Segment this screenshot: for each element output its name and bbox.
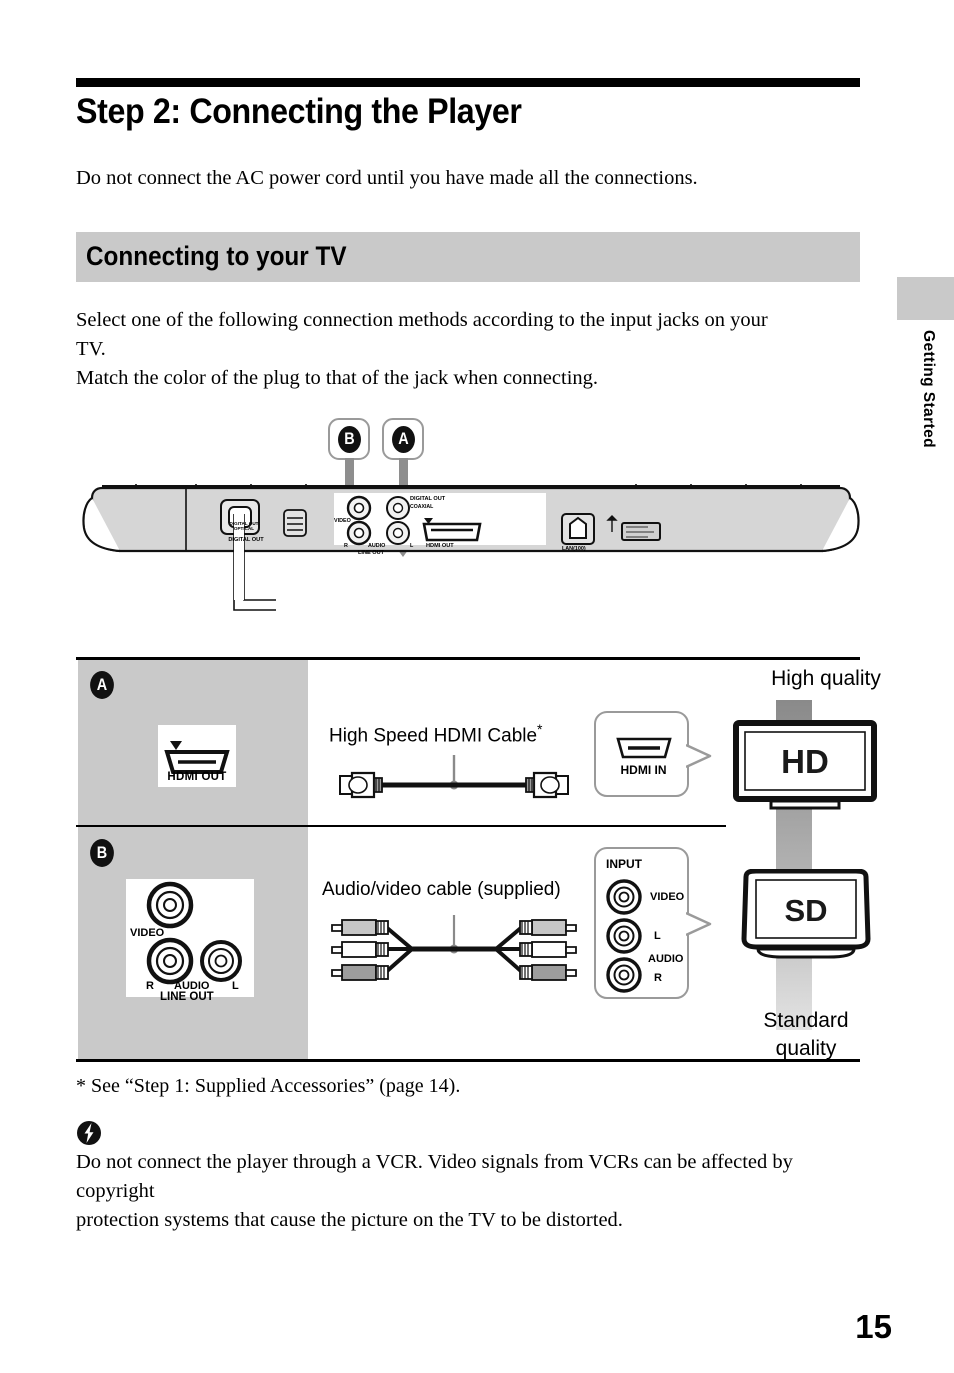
panel-label-hdmi-out: HDMI OUT bbox=[426, 543, 454, 549]
hdmi-in-bubble-tail-icon bbox=[686, 743, 712, 769]
av-input-speech-bubble: INPUT VIDEO L AUDIO R bbox=[594, 847, 689, 999]
hdmi-cable-footnote-mark: * bbox=[537, 721, 543, 737]
caution-text: Do not connect the player through a VCR.… bbox=[76, 1148, 866, 1235]
av-input-audio-label: AUDIO bbox=[648, 953, 684, 965]
high-quality-label: High quality bbox=[771, 667, 881, 690]
player-rear-panel-diagram: B A DIGITAL OUT OPTICAL DIGITAL OUT VIDE… bbox=[76, 410, 866, 625]
section-heading-bar: Connecting to your TV bbox=[76, 232, 860, 282]
av-input-l-label: L bbox=[654, 930, 661, 942]
page-title: Step 2: Connecting the Player bbox=[76, 92, 522, 131]
hdmi-cable-label-text: High Speed HDMI Cable bbox=[329, 725, 538, 747]
hdmi-in-port-svg bbox=[616, 737, 672, 759]
section-lead-text: Select one of the following connection m… bbox=[76, 306, 866, 393]
table-top-rule bbox=[76, 657, 860, 660]
svg-text:SD: SD bbox=[784, 893, 827, 928]
line-out-l-label: L bbox=[232, 980, 239, 992]
hdmi-out-jack-card: HDMI OUT bbox=[158, 725, 236, 787]
panel-label-line-out: LINE OUT bbox=[358, 550, 385, 556]
manual-page: Step 2: Connecting the Player Do not con… bbox=[0, 0, 954, 1373]
line-out-jack-card: VIDEO R AUDIO L LINE OUT bbox=[126, 879, 254, 1003]
panel-label-digital-out: DIGITAL OUT bbox=[228, 537, 264, 543]
av-cable-label: Audio/video cable (supplied) bbox=[322, 879, 561, 900]
page-number: 15 bbox=[855, 1308, 892, 1345]
side-tab-block bbox=[897, 277, 954, 320]
hdmi-in-label: HDMI IN bbox=[620, 763, 667, 777]
line-out-r-label: R bbox=[146, 980, 154, 992]
panel-label-coaxial: COAXIAL bbox=[410, 504, 434, 510]
hdmi-cable-label: High Speed HDMI Cable* bbox=[329, 721, 543, 747]
av-cable-graphic bbox=[331, 915, 577, 981]
table-mid-rule bbox=[76, 825, 726, 827]
sd-tv-graphic: SD bbox=[741, 869, 871, 959]
panel-label-audio: AUDIO bbox=[368, 543, 386, 549]
standard-quality-label-line2: quality bbox=[775, 1037, 837, 1060]
player-chassis-svg bbox=[82, 484, 860, 611]
hdmi-cable-graphic bbox=[339, 755, 569, 799]
panel-label-optical-group: DIGITAL OUT OPTICAL bbox=[226, 521, 262, 531]
section-heading-label: Connecting to your TV bbox=[86, 241, 347, 271]
line-out-video-label: VIDEO bbox=[130, 927, 165, 939]
panel-label-digital-out-top: DIGITAL OUT bbox=[410, 496, 446, 502]
caution-line-2: protection systems that cause the pictur… bbox=[76, 1209, 623, 1231]
standard-quality-label-line1: Standard bbox=[763, 1009, 849, 1032]
hdmi-out-jack-label: HDMI OUT bbox=[167, 771, 227, 783]
line-out-label: LINE OUT bbox=[160, 991, 214, 1003]
connection-table: A HDMI OUT High Speed HDMI Cable* HDMI I… bbox=[76, 657, 881, 1062]
panel-label-audio-r: R bbox=[344, 543, 348, 549]
side-tab-label: Getting Started bbox=[920, 330, 937, 448]
av-input-bubble-tail-icon bbox=[686, 911, 712, 937]
panel-label-lan: LAN(100) bbox=[562, 546, 586, 552]
lead-line-1: Select one of the following connection m… bbox=[76, 309, 768, 331]
row-badge-a: A bbox=[90, 671, 114, 699]
intro-text: Do not connect the AC power cord until y… bbox=[76, 167, 698, 189]
lead-line-2: TV. bbox=[76, 338, 106, 360]
panel-label-video: VIDEO bbox=[334, 518, 351, 524]
top-rule bbox=[76, 78, 860, 87]
av-input-jacks-svg bbox=[606, 879, 642, 993]
caution-icon bbox=[77, 1121, 101, 1145]
av-input-video-label: VIDEO bbox=[650, 891, 685, 903]
footnote: * See “Step 1: Supplied Accessories” (pa… bbox=[76, 1075, 461, 1097]
hdmi-in-speech-bubble: HDMI IN bbox=[594, 711, 689, 797]
row-badge-b: B bbox=[90, 839, 114, 867]
lead-line-3: Match the color of the plug to that of t… bbox=[76, 367, 599, 389]
panel-label-audio-l: L bbox=[410, 543, 414, 549]
av-input-r-label: R bbox=[654, 972, 662, 984]
panel-label-optical: OPTICAL bbox=[233, 526, 255, 532]
caution-line-1: Do not connect the player through a VCR.… bbox=[76, 1151, 793, 1202]
hd-tv-label-holder: HD bbox=[731, 719, 881, 817]
